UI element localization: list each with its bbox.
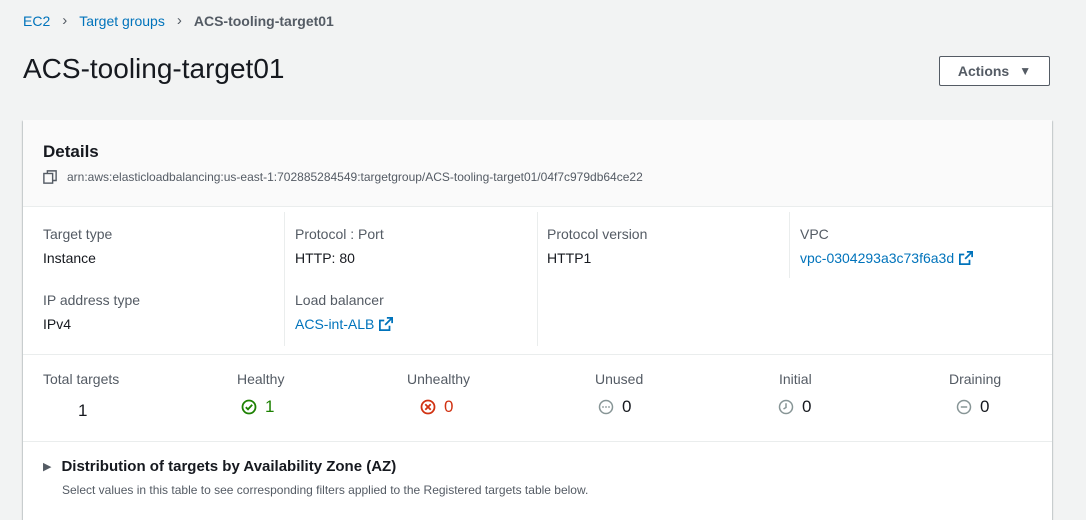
caret-down-icon: ▼ — [1019, 64, 1032, 78]
external-link-icon — [379, 317, 394, 331]
section-divider — [23, 441, 1052, 442]
ip-address-type-label: IP address type — [43, 292, 141, 308]
clock-icon — [778, 399, 794, 415]
vpc-value: vpc-0304293a3c73f6a3d — [800, 250, 955, 266]
unhealthy-label: Unhealthy — [407, 371, 471, 387]
breadcrumb-current: ACS-tooling-target01 — [193, 12, 334, 29]
initial-value: 0 — [802, 397, 812, 416]
breadcrumb: EC2 › Target groups › ACS-tooling-target… — [23, 12, 334, 29]
load-balancer-label: Load balancer — [295, 292, 384, 308]
chevron-right-icon: › — [62, 12, 68, 29]
healthy-label: Healthy — [237, 371, 285, 387]
vpc-label: VPC — [800, 226, 829, 242]
breadcrumb-ec2-link[interactable]: EC2 — [23, 13, 50, 29]
initial-count[interactable]: 0 — [778, 397, 811, 417]
minus-circle-icon — [956, 399, 972, 415]
check-circle-icon — [241, 399, 257, 415]
vpc-link[interactable]: vpc-0304293a3c73f6a3d — [800, 250, 974, 266]
details-title: Details — [43, 142, 99, 161]
chevron-right-icon: › — [176, 12, 182, 29]
details-panel: Details arn:aws:elasticloadbalancing:us-… — [23, 120, 1052, 520]
copy-icon[interactable] — [43, 170, 57, 184]
target-type-value: Instance — [43, 250, 96, 266]
unhealthy-value: 0 — [444, 397, 454, 416]
page-title: ACS-tooling-target01 — [23, 53, 285, 84]
arn-row: arn:aws:elasticloadbalancing:us-east-1:7… — [43, 170, 643, 184]
unused-value: 0 — [622, 397, 632, 416]
healthy-count[interactable]: 1 — [241, 397, 274, 417]
protocol-port-value: HTTP: 80 — [295, 250, 355, 266]
ellipsis-circle-icon — [598, 399, 614, 415]
breadcrumb-target-groups-link[interactable]: Target groups — [79, 13, 165, 29]
unhealthy-count[interactable]: 0 — [420, 397, 453, 417]
protocol-port-label: Protocol : Port — [295, 226, 384, 242]
draining-count[interactable]: 0 — [956, 397, 989, 417]
load-balancer-link[interactable]: ACS-int-ALB — [295, 316, 394, 332]
initial-label: Initial — [779, 371, 812, 387]
x-circle-icon — [420, 399, 436, 415]
column-divider — [284, 212, 285, 346]
az-distribution-description: Select values in this table to see corre… — [62, 483, 589, 497]
details-header: Details arn:aws:elasticloadbalancing:us-… — [23, 120, 1052, 207]
column-divider — [537, 212, 538, 346]
unused-count[interactable]: 0 — [598, 397, 631, 417]
az-distribution-title: Distribution of targets by Availability … — [61, 458, 397, 475]
draining-label: Draining — [949, 371, 1002, 387]
target-type-label: Target type — [43, 226, 113, 242]
protocol-version-value: HTTP1 — [547, 250, 592, 266]
protocol-version-label: Protocol version — [547, 226, 648, 242]
column-divider — [789, 212, 790, 278]
total-targets-label: Total targets — [43, 371, 120, 387]
ip-address-type-value: IPv4 — [43, 316, 72, 332]
caret-right-icon: ▶ — [43, 461, 52, 473]
healthy-value: 1 — [265, 397, 275, 416]
load-balancer-value: ACS-int-ALB — [295, 316, 375, 332]
unused-label: Unused — [595, 371, 644, 387]
section-divider — [23, 354, 1052, 355]
total-targets-value: 1 — [78, 401, 88, 420]
az-distribution-toggle[interactable]: ▶ Distribution of targets by Availabilit… — [43, 458, 396, 475]
draining-value: 0 — [980, 397, 990, 416]
external-link-icon — [959, 251, 974, 265]
actions-button[interactable]: Actions ▼ — [939, 56, 1050, 86]
actions-button-label: Actions — [957, 63, 1010, 79]
arn-text: arn:aws:elasticloadbalancing:us-east-1:7… — [67, 170, 643, 184]
